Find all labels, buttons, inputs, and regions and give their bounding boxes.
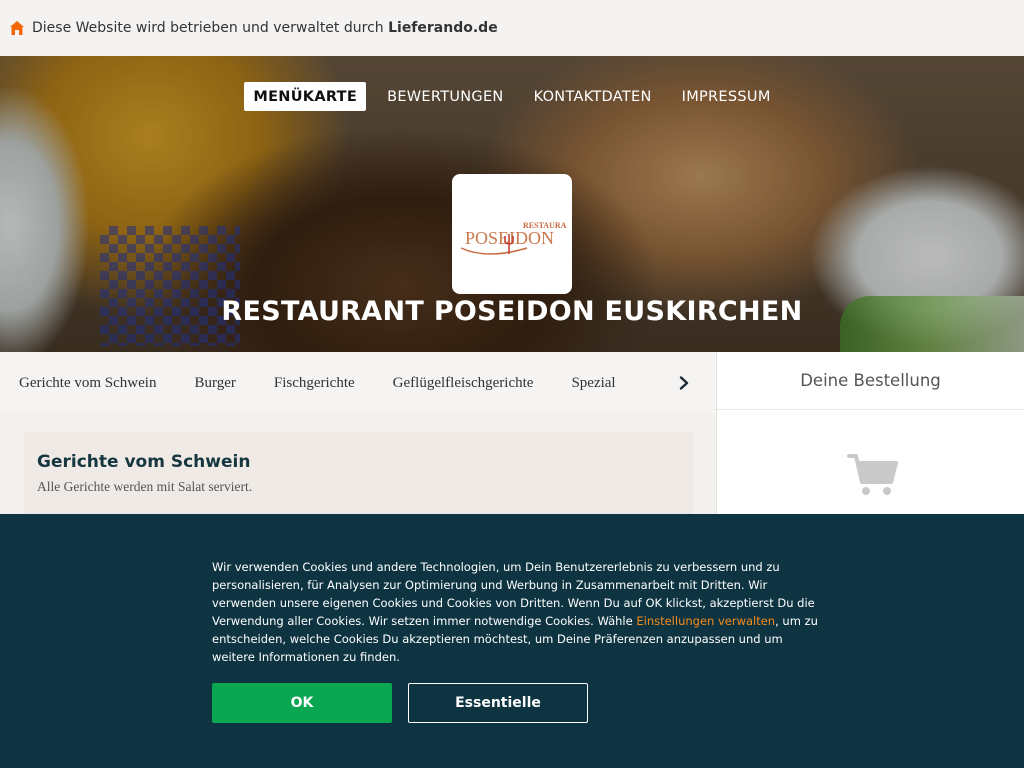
nav-item-impressum[interactable]: IMPRESSUM — [673, 82, 780, 111]
restaurant-logo: RESTAURANT POSEIDON — [452, 174, 572, 294]
operator-bar: Diese Website wird betrieben und verwalt… — [0, 0, 1024, 56]
category-item[interactable]: Burger — [194, 375, 235, 392]
operator-brand-link[interactable]: Lieferando.de — [388, 20, 498, 36]
operator-prefix: Diese Website wird betrieben und verwalt… — [32, 20, 389, 36]
poseidon-logo-image: RESTAURANT POSEIDON — [460, 221, 567, 255]
chevron-right-icon — [679, 376, 689, 390]
category-item[interactable]: Spezial — [571, 375, 615, 392]
cookie-settings-link[interactable]: Einstellungen verwalten — [636, 614, 775, 628]
cookie-banner: Wir verwenden Cookies und andere Technol… — [0, 514, 1024, 768]
category-item[interactable]: Geflügelfleischgerichte — [393, 375, 534, 392]
operator-text: Diese Website wird betrieben und verwalt… — [32, 20, 498, 36]
category-next-button[interactable] — [668, 370, 700, 396]
category-item[interactable]: Gerichte vom Schwein — [19, 375, 156, 392]
main-nav: MENÜKARTE BEWERTUNGEN KONTAKTDATEN IMPRE… — [0, 82, 1024, 111]
category-bar: Gerichte vom Schwein Burger Fischgericht… — [0, 352, 716, 414]
nav-item-kontaktdaten[interactable]: KONTAKTDATEN — [525, 82, 661, 111]
cookie-ok-button[interactable]: OK — [212, 683, 392, 723]
nav-item-menuekarte[interactable]: MENÜKARTE — [244, 82, 367, 111]
basket-title: Deine Bestellung — [717, 352, 1024, 410]
house-icon — [10, 21, 24, 35]
section-subtitle: Alle Gerichte werden mit Salat serviert. — [37, 479, 253, 494]
restaurant-title: RESTAURANT POSEIDON EUSKIRCHEN — [221, 296, 803, 327]
category-item[interactable]: Fischgerichte — [274, 375, 355, 392]
section-title: Gerichte vom Schwein — [37, 452, 251, 472]
nav-item-bewertungen[interactable]: BEWERTUNGEN — [378, 82, 513, 111]
category-fade — [620, 352, 668, 414]
cookie-text: Wir verwenden Cookies und andere Technol… — [212, 558, 822, 666]
cookie-essential-button[interactable]: Essentielle — [408, 683, 588, 723]
shopping-cart-icon — [847, 454, 898, 495]
